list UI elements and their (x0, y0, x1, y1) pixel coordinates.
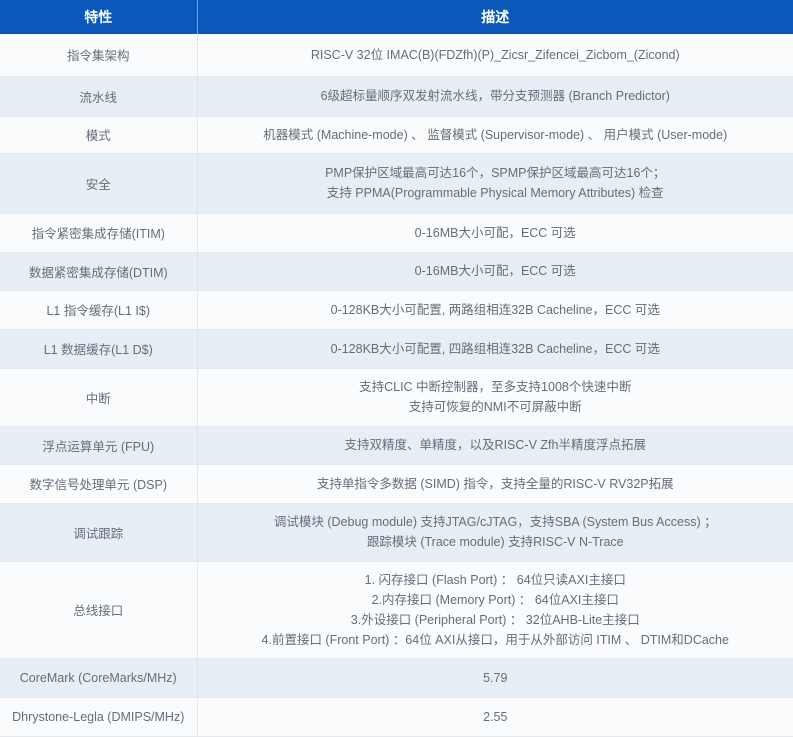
description-cell: 调试模块 (Debug module) 支持JTAG/cJTAG，支持SBA (… (197, 503, 793, 561)
table-row: L1 指令缓存(L1 I$) 0-128KB大小可配置, 两路组相连32B Ca… (0, 290, 793, 329)
description-cell: 2.55 (197, 697, 793, 736)
description-line: 机器模式 (Machine-mode) 、 监督模式 (Supervisor-m… (206, 125, 786, 145)
table-row: CoreMark (CoreMarks/MHz) 5.79 (0, 658, 793, 697)
table-row: L1 数据缓存(L1 D$) 0-128KB大小可配置, 四路组相连32B Ca… (0, 329, 793, 368)
description-line: RISC-V 32位 IMAC(B)(FDZfh)(P)_Zicsr_Zifen… (206, 45, 786, 65)
feature-cell: 指令集架构 (0, 34, 197, 76)
description-line: 支持CLIC 中断控制器，至多支持1008个快速中断 (206, 377, 786, 397)
description-cell: 支持双精度、单精度，以及RISC-V Zfh半精度浮点拓展 (197, 426, 793, 464)
description-line: 支持双精度、单精度，以及RISC-V Zfh半精度浮点拓展 (206, 435, 786, 455)
feature-cell: 数据紧密集成存储(DTIM) (0, 252, 197, 290)
table-row: 数字信号处理单元 (DSP) 支持单指令多数据 (SIMD) 指令，支持全量的R… (0, 464, 793, 503)
description-line: 调试模块 (Debug module) 支持JTAG/cJTAG，支持SBA (… (206, 512, 786, 532)
table-row: 浮点运算单元 (FPU) 支持双精度、单精度，以及RISC-V Zfh半精度浮点… (0, 426, 793, 464)
description-line: 0-128KB大小可配置, 四路组相连32B Cacheline，ECC 可选 (206, 339, 786, 359)
spec-table: 特性 描述 指令集架构 RISC-V 32位 IMAC(B)(FDZfh)(P)… (0, 0, 793, 737)
description-line: 支持 PPMA(Programmable Physical Memory Att… (206, 183, 786, 203)
column-header-feature: 特性 (0, 0, 197, 34)
description-line: 跟踪模块 (Trace module) 支持RISC-V N-Trace (206, 532, 786, 552)
table-row: 安全 PMP保护区域最高可达16个，SPMP保护区域最高可达16个； 支持 PP… (0, 153, 793, 213)
description-cell: 0-128KB大小可配置, 四路组相连32B Cacheline，ECC 可选 (197, 329, 793, 368)
description-line: PMP保护区域最高可达16个，SPMP保护区域最高可达16个； (206, 163, 786, 183)
feature-cell: 总线接口 (0, 561, 197, 658)
description-cell: 支持CLIC 中断控制器，至多支持1008个快速中断 支持可恢复的NMI不可屏蔽… (197, 368, 793, 426)
description-cell: 0-128KB大小可配置, 两路组相连32B Cacheline，ECC 可选 (197, 290, 793, 329)
description-cell: 支持单指令多数据 (SIMD) 指令，支持全量的RISC-V RV32P拓展 (197, 464, 793, 503)
feature-cell: 模式 (0, 116, 197, 153)
feature-cell: 浮点运算单元 (FPU) (0, 426, 197, 464)
description-line: 支持可恢复的NMI不可屏蔽中断 (206, 397, 786, 417)
description-line: 4.前置接口 (Front Port) ：64位 AXI从接口，用于从外部访问 … (206, 630, 786, 650)
table-row: Dhrystone-Legla (DMIPS/MHz) 2.55 (0, 697, 793, 736)
feature-cell: 安全 (0, 153, 197, 213)
description-cell: RISC-V 32位 IMAC(B)(FDZfh)(P)_Zicsr_Zifen… (197, 34, 793, 76)
description-cell: 6级超标量顺序双发射流水线，带分支预测器 (Branch Predictor) (197, 76, 793, 116)
description-cell: 0-16MB大小可配，ECC 可选 (197, 213, 793, 252)
description-line: 2.内存接口 (Memory Port) ： 64位AXI主接口 (206, 590, 786, 610)
feature-cell: 流水线 (0, 76, 197, 116)
column-header-description: 描述 (197, 0, 793, 34)
table-row: 数据紧密集成存储(DTIM) 0-16MB大小可配，ECC 可选 (0, 252, 793, 290)
description-cell: 5.79 (197, 658, 793, 697)
description-cell: 1. 闪存接口 (Flash Port) ： 64位只读AXI主接口 2.内存接… (197, 561, 793, 658)
description-line: 0-16MB大小可配，ECC 可选 (206, 261, 786, 281)
feature-cell: L1 指令缓存(L1 I$) (0, 290, 197, 329)
feature-cell: CoreMark (CoreMarks/MHz) (0, 658, 197, 697)
description-cell: PMP保护区域最高可达16个，SPMP保护区域最高可达16个； 支持 PPMA(… (197, 153, 793, 213)
table-row: 流水线 6级超标量顺序双发射流水线，带分支预测器 (Branch Predict… (0, 76, 793, 116)
description-line: 3.外设接口 (Peripheral Port) ： 32位AHB-Lite主接… (206, 610, 786, 630)
table-row: 指令集架构 RISC-V 32位 IMAC(B)(FDZfh)(P)_Zicsr… (0, 34, 793, 76)
description-line: 6级超标量顺序双发射流水线，带分支预测器 (Branch Predictor) (206, 86, 786, 106)
description-line: 2.55 (206, 707, 786, 727)
description-cell: 机器模式 (Machine-mode) 、 监督模式 (Supervisor-m… (197, 116, 793, 153)
header-row: 特性 描述 (0, 0, 793, 34)
feature-cell: 调试跟踪 (0, 503, 197, 561)
feature-cell: 数字信号处理单元 (DSP) (0, 464, 197, 503)
table-row: 调试跟踪 调试模块 (Debug module) 支持JTAG/cJTAG，支持… (0, 503, 793, 561)
table-row: 总线接口 1. 闪存接口 (Flash Port) ： 64位只读AXI主接口 … (0, 561, 793, 658)
feature-cell: L1 数据缓存(L1 D$) (0, 329, 197, 368)
description-line: 0-16MB大小可配，ECC 可选 (206, 223, 786, 243)
table-row: 模式 机器模式 (Machine-mode) 、 监督模式 (Superviso… (0, 116, 793, 153)
description-line: 1. 闪存接口 (Flash Port) ： 64位只读AXI主接口 (206, 570, 786, 590)
description-line: 支持单指令多数据 (SIMD) 指令，支持全量的RISC-V RV32P拓展 (206, 474, 786, 494)
feature-cell: Dhrystone-Legla (DMIPS/MHz) (0, 697, 197, 736)
description-line: 5.79 (206, 668, 786, 688)
table-row: 指令紧密集成存储(ITIM) 0-16MB大小可配，ECC 可选 (0, 213, 793, 252)
feature-cell: 指令紧密集成存储(ITIM) (0, 213, 197, 252)
feature-cell: 中断 (0, 368, 197, 426)
description-line: 0-128KB大小可配置, 两路组相连32B Cacheline，ECC 可选 (206, 300, 786, 320)
description-cell: 0-16MB大小可配，ECC 可选 (197, 252, 793, 290)
table-row: 中断 支持CLIC 中断控制器，至多支持1008个快速中断 支持可恢复的NMI不… (0, 368, 793, 426)
